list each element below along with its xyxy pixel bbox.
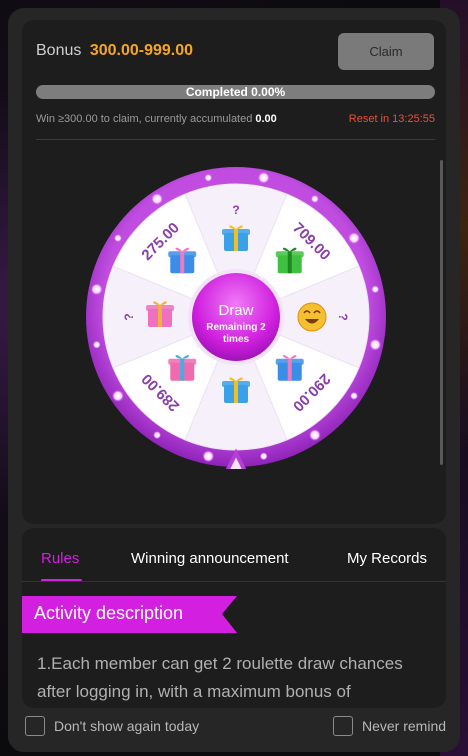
prize-wheel: ? 709.00? 290.00 289.00? 275.00 Draw Remaini…	[84, 165, 388, 487]
tab-divider	[22, 581, 446, 582]
rim-light	[111, 389, 124, 402]
progress-text: Completed 0.00%	[185, 85, 286, 99]
dont-show-today-checkbox[interactable]	[25, 716, 45, 736]
rim-light	[151, 192, 164, 205]
rim-light	[259, 452, 268, 461]
rim-light	[308, 429, 321, 442]
wheel-segment-label: ?	[122, 313, 136, 320]
wheel-segment-label: ?	[232, 203, 239, 217]
tab-winning-announcement[interactable]: Winning announcement	[131, 550, 289, 567]
rim-light	[350, 391, 359, 400]
lucky-wheel-modal: Bonus 300.00-999.00 Claim Completed 0.00…	[8, 8, 460, 752]
rim-light	[204, 173, 213, 182]
activity-ribbon-title: Activity description	[34, 603, 184, 623]
wheel-segment-label: ?	[336, 313, 350, 320]
rim-light	[90, 283, 103, 296]
modal-footer: Don't show again today Never remind	[8, 708, 460, 752]
draw-button-title[interactable]: Draw	[218, 302, 253, 319]
claim-requirement-text: Win ≥300.00 to claim, currently accumula…	[36, 113, 253, 125]
gift-box-open-icon	[222, 225, 250, 251]
bonus-range: 300.00-999.00	[89, 42, 194, 59]
rim-light	[113, 234, 122, 243]
blue-gift-icon	[168, 247, 197, 274]
never-remind-label[interactable]: Never remind	[362, 718, 446, 734]
rim-light	[257, 171, 270, 184]
bonus-summary: Bonus 300.00-999.00	[36, 42, 193, 60]
pink-gift-bow-icon	[146, 301, 174, 327]
rim-light	[371, 285, 380, 294]
rim-light	[310, 194, 319, 203]
rim-light	[153, 431, 162, 440]
gift-box-open-icon	[222, 377, 250, 403]
accumulated-amount: 0.00	[255, 113, 277, 125]
green-gift-icon	[275, 247, 304, 274]
rim-light	[369, 338, 382, 351]
reset-countdown: Reset in 13:25:55	[348, 113, 435, 125]
laughing-emoji-icon	[297, 302, 327, 332]
rim-light	[348, 232, 361, 245]
dont-show-today-label[interactable]: Don't show again today	[54, 718, 199, 734]
tab-rules[interactable]: Rules	[41, 550, 79, 567]
tab-my-records[interactable]: My Records	[347, 550, 427, 567]
activity-ribbon: Activity description	[22, 596, 237, 633]
claim-button[interactable]: Claim	[338, 33, 434, 70]
rim-light	[92, 340, 101, 349]
bonus-label: Bonus	[36, 42, 82, 59]
bonus-card: Bonus 300.00-999.00 Claim Completed 0.00…	[22, 20, 446, 524]
claim-requirement: Win ≥300.00 to claim, currently accumula…	[36, 113, 277, 125]
progress-bar: Completed 0.00%	[36, 85, 435, 99]
info-panel: Rules Winning announcement My Records Ac…	[22, 528, 446, 708]
divider	[36, 139, 435, 140]
activity-description: 1.Each member can get 2 roulette draw ch…	[37, 654, 403, 701]
rim-light	[202, 450, 215, 463]
scrollbar[interactable]	[440, 160, 443, 465]
never-remind-checkbox[interactable]	[333, 716, 353, 736]
pink-gift-icon	[168, 355, 197, 381]
blue-gift-icon	[275, 355, 304, 381]
